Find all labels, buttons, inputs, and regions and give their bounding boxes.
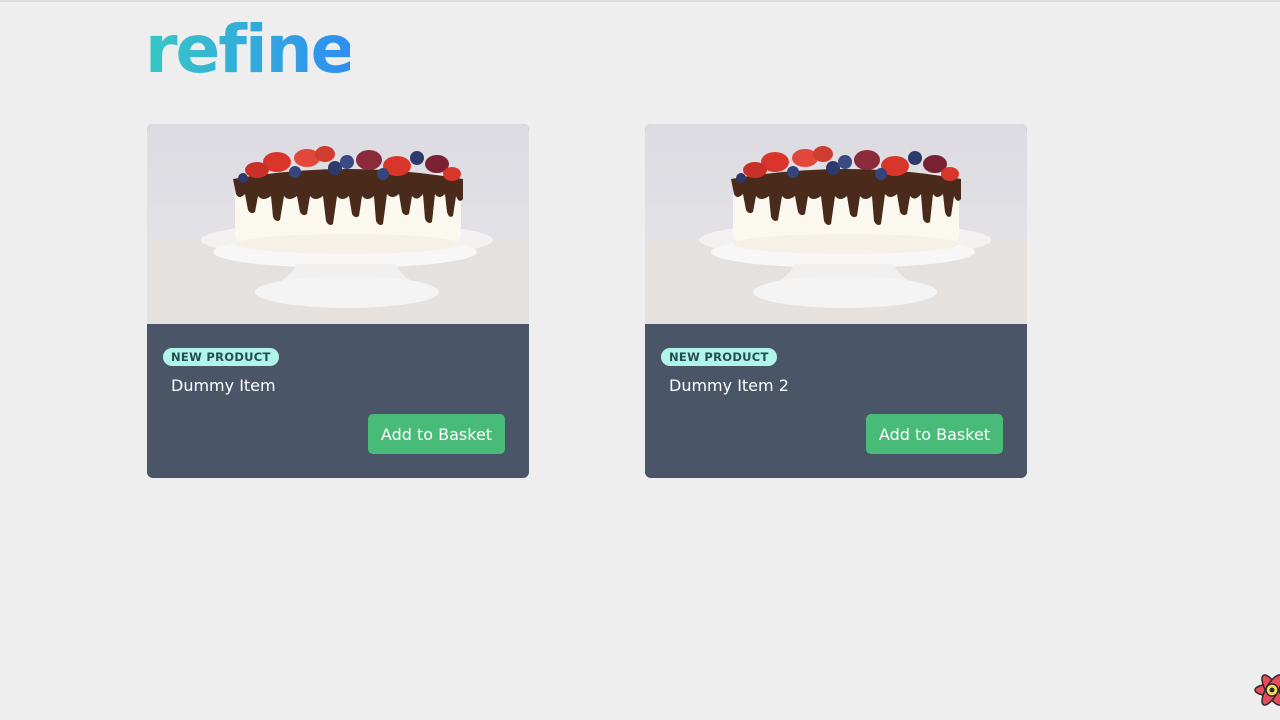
logo-text: refine xyxy=(145,14,350,80)
product-image xyxy=(645,124,1027,324)
add-to-basket-button[interactable]: Add to Basket xyxy=(368,414,505,454)
product-title: Dummy Item xyxy=(171,376,276,395)
refine-logo[interactable]: refine xyxy=(145,14,350,80)
cake-image xyxy=(147,146,529,324)
cake-image xyxy=(645,146,1027,324)
product-card: NEW PRODUCT Dummy Item 2 Add to Basket xyxy=(645,124,1027,478)
product-image xyxy=(147,124,529,324)
add-to-basket-button[interactable]: Add to Basket xyxy=(866,414,1003,454)
new-product-badge: NEW PRODUCT xyxy=(163,348,279,366)
product-title: Dummy Item 2 xyxy=(669,376,789,395)
new-product-badge: NEW PRODUCT xyxy=(661,348,777,366)
react-devtools-icon[interactable] xyxy=(1252,670,1280,710)
product-card: NEW PRODUCT Dummy Item Add to Basket xyxy=(147,124,529,478)
top-border xyxy=(0,0,1280,2)
